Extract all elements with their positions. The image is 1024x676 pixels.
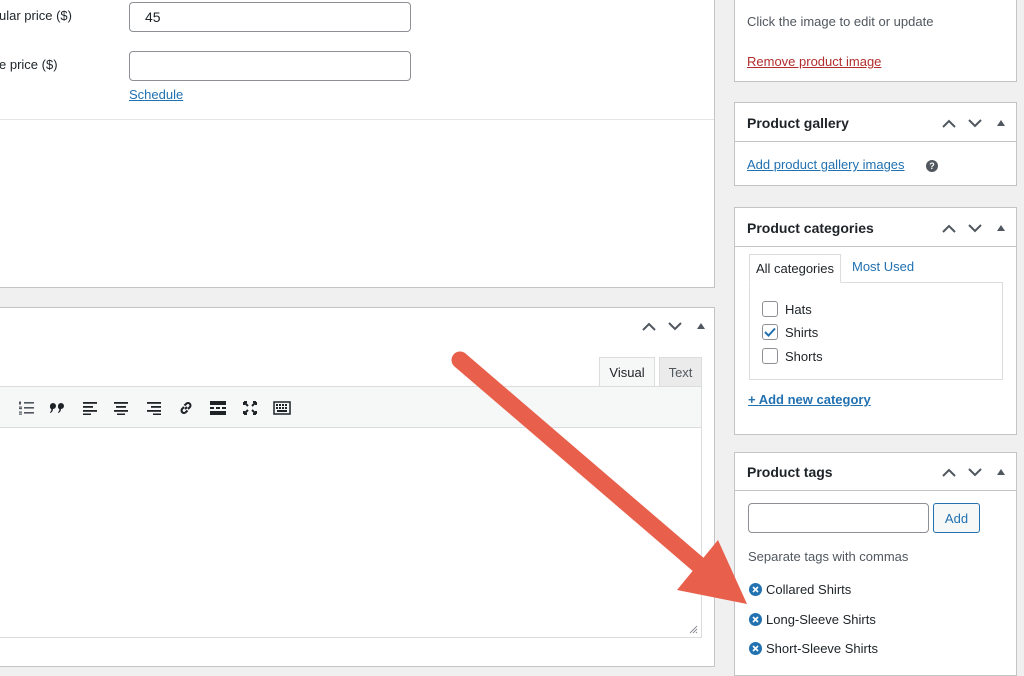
box-header-divider	[735, 246, 1016, 247]
read-more-icon[interactable]	[208, 398, 228, 418]
move-up-icon[interactable]	[638, 315, 660, 337]
category-checkbox-shorts[interactable]	[762, 348, 778, 364]
add-new-category-link[interactable]: + Add new category	[748, 392, 871, 407]
align-left-icon[interactable]	[80, 398, 100, 418]
category-checkbox-shirts[interactable]	[762, 324, 778, 340]
product-gallery-title: Product gallery	[747, 115, 849, 131]
regular-price-label: ular price ($)	[0, 8, 72, 23]
insert-link-icon[interactable]	[176, 398, 196, 418]
tags-hint: Separate tags with commas	[748, 549, 909, 564]
move-down-icon[interactable]	[664, 315, 686, 337]
general-pricing-panel: ular price ($) e price ($) Schedule	[0, 0, 715, 288]
move-up-icon[interactable]	[938, 461, 960, 483]
tab-all-categories[interactable]: All categories	[749, 254, 841, 283]
tab-most-used[interactable]: Most Used	[852, 259, 914, 274]
resize-handle-icon[interactable]	[689, 625, 698, 634]
category-label-hats: Hats	[785, 302, 812, 317]
collapse-toggle-icon[interactable]	[690, 315, 712, 337]
editor-toolbar	[0, 386, 702, 428]
move-up-icon[interactable]	[938, 217, 960, 239]
tag-item: Long-Sleeve Shirts	[766, 612, 876, 627]
checkmark-icon	[764, 327, 776, 337]
box-header-divider	[735, 141, 1016, 142]
category-label-shirts: Shirts	[785, 325, 819, 340]
tab-text[interactable]: Text	[659, 357, 702, 387]
align-center-icon[interactable]	[111, 398, 131, 418]
move-down-icon[interactable]	[964, 217, 986, 239]
gallery-box-handles	[938, 112, 1012, 134]
fullscreen-icon[interactable]	[240, 398, 260, 418]
help-icon[interactable]: ?	[926, 160, 938, 172]
schedule-link[interactable]: Schedule	[129, 87, 183, 102]
move-down-icon[interactable]	[964, 461, 986, 483]
collapse-toggle-icon[interactable]	[990, 217, 1012, 239]
blockquote-icon[interactable]	[47, 398, 67, 418]
editor-content-area[interactable]	[0, 428, 702, 638]
move-up-icon[interactable]	[938, 112, 960, 134]
categories-box-handles	[938, 217, 1012, 239]
editor-panel-handles	[638, 315, 712, 337]
short-description-panel: Visual Text	[0, 307, 715, 667]
product-tags-box: Product tags Add Separate tags with comm…	[734, 452, 1017, 676]
product-gallery-box: Product gallery Add product gallery imag…	[734, 102, 1017, 186]
box-header-divider	[735, 490, 1016, 491]
numbered-list-icon[interactable]	[16, 398, 36, 418]
collapse-toggle-icon[interactable]	[990, 461, 1012, 483]
regular-price-input[interactable]	[129, 2, 411, 32]
collapse-toggle-icon[interactable]	[990, 112, 1012, 134]
category-checkbox-hats[interactable]	[762, 301, 778, 317]
tab-visual[interactable]: Visual	[599, 357, 655, 387]
tags-box-handles	[938, 461, 1012, 483]
product-categories-title: Product categories	[747, 220, 874, 236]
add-tag-button[interactable]: Add	[933, 503, 980, 533]
remove-tag-icon[interactable]	[749, 613, 762, 626]
add-gallery-images-link[interactable]: Add product gallery images	[747, 157, 905, 172]
new-tag-input[interactable]	[748, 503, 929, 533]
product-tags-title: Product tags	[747, 464, 833, 480]
remove-tag-icon[interactable]	[749, 642, 762, 655]
category-label-shorts: Shorts	[785, 349, 823, 364]
toolbar-toggle-icon[interactable]	[272, 398, 292, 418]
product-image-hint: Click the image to edit or update	[747, 14, 934, 29]
tag-item: Short-Sleeve Shirts	[766, 641, 878, 656]
align-right-icon[interactable]	[144, 398, 164, 418]
remove-tag-icon[interactable]	[749, 583, 762, 596]
section-divider	[0, 119, 714, 120]
move-down-icon[interactable]	[964, 112, 986, 134]
sale-price-label: e price ($)	[0, 57, 58, 72]
remove-product-image-link[interactable]: Remove product image	[747, 54, 881, 69]
tag-item: Collared Shirts	[766, 582, 852, 597]
sale-price-input[interactable]	[129, 51, 411, 81]
category-checklist: Hats Shirts Shorts	[749, 282, 1003, 380]
product-image-box: Click the image to edit or update Remove…	[734, 0, 1017, 82]
